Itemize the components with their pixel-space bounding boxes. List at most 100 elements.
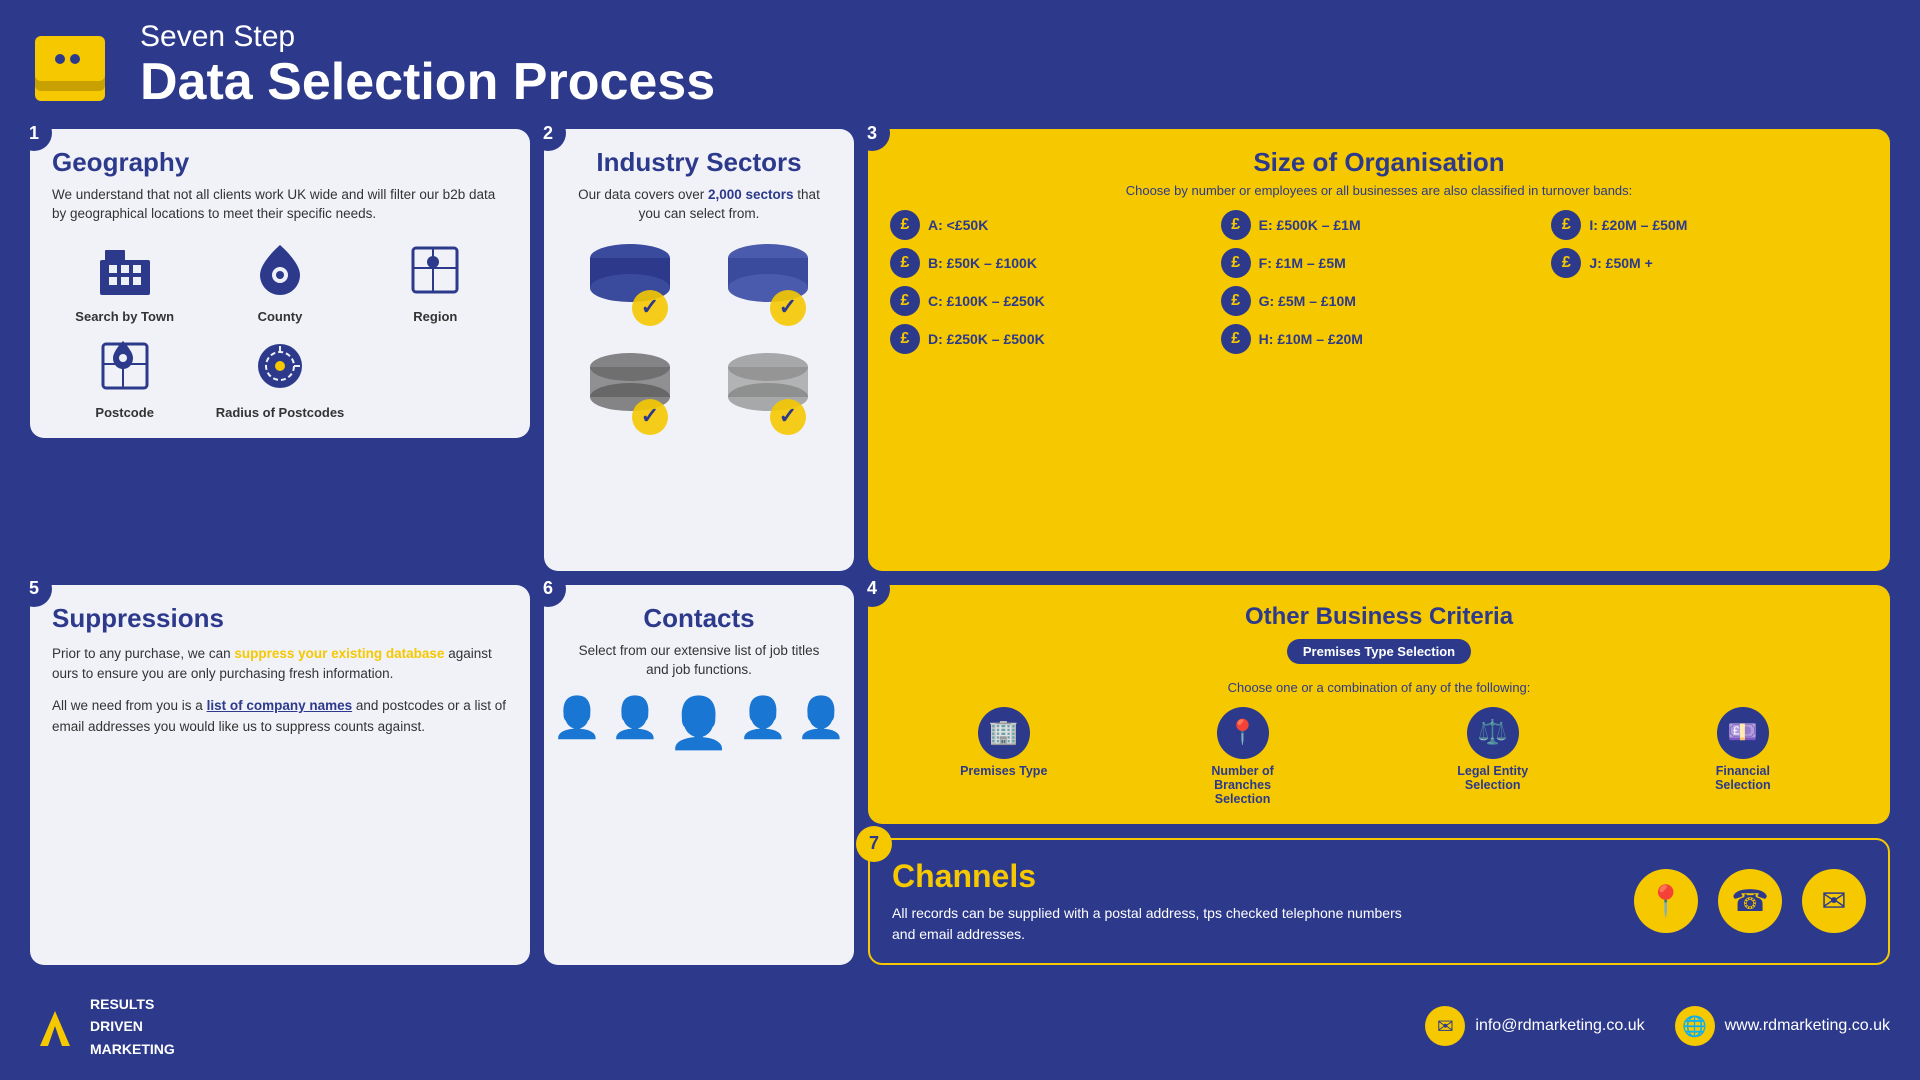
- pound-icon-a: £: [890, 210, 920, 240]
- step5-highlight1: suppress your existing database: [234, 646, 444, 661]
- footer: RESULTS DRIVEN MARKETING ✉ info@rdmarket…: [30, 993, 1890, 1060]
- step3-badge: 3: [854, 115, 890, 151]
- footer-email-item: ✉ info@rdmarketing.co.uk: [1425, 1006, 1644, 1046]
- town-icon: [90, 238, 160, 303]
- step7-card: 7 Channels All records can be supplied w…: [868, 838, 1890, 965]
- size-a-label: A: <£50K: [928, 217, 988, 233]
- footer-logo-text: RESULTS DRIVEN MARKETING: [90, 993, 175, 1060]
- postcode-icon: [90, 334, 160, 399]
- db-icon-2: ✓: [704, 238, 832, 337]
- step2-badge: 2: [530, 115, 566, 151]
- right-bottom-col: 4 Other Business Criteria Premises Type …: [868, 585, 1890, 965]
- step3-subtitle: Choose by number or employees or all bus…: [890, 183, 1868, 198]
- person-icon-3: 👤: [738, 694, 788, 753]
- step5-para1: Prior to any purchase, we can suppress y…: [52, 644, 508, 685]
- header-text: Seven Step Data Selection Process: [140, 20, 715, 111]
- logo-line3: MARKETING: [90, 1038, 175, 1060]
- step6-card: 6 Contacts Select from our extensive lis…: [544, 585, 854, 965]
- geo-radius: Radius of Postcodes: [207, 334, 352, 420]
- size-e-label: E: £500K – £1M: [1259, 217, 1361, 233]
- postcode-label: Postcode: [95, 405, 154, 420]
- geo-postcode: Postcode: [52, 334, 197, 420]
- pound-icon-f: £: [1221, 248, 1251, 278]
- town-label: Search by Town: [75, 309, 174, 324]
- step6-title: Contacts: [566, 603, 832, 634]
- step5-card: 5 Suppressions Prior to any purchase, we…: [30, 585, 530, 965]
- step1-description: We understand that not all clients work …: [52, 186, 508, 224]
- financial-icon: 💷: [1717, 707, 1769, 759]
- size-grid: £ A: <£50K £ E: £500K – £1M £ I: £20M – …: [890, 210, 1868, 354]
- radius-icon: [245, 334, 315, 399]
- premises-badge: Premises Type Selection: [1287, 639, 1471, 664]
- geo-search-by-town: Search by Town: [52, 238, 197, 324]
- pound-icon-i: £: [1551, 210, 1581, 240]
- size-h-label: H: £10M – £20M: [1259, 331, 1363, 347]
- criteria-premises: 🏢 Premises Type: [960, 707, 1047, 778]
- size-i-label: I: £20M – £50M: [1589, 217, 1687, 233]
- size-d-label: D: £250K – £500K: [928, 331, 1045, 347]
- step6-description: Select from our extensive list of job ti…: [566, 642, 832, 680]
- footer-email: info@rdmarketing.co.uk: [1475, 1017, 1644, 1035]
- rdm-logo-icon: [30, 1006, 80, 1046]
- pound-icon-g: £: [1221, 286, 1251, 316]
- step5-para2-pre: All we need from you is a: [52, 698, 207, 713]
- footer-logo: RESULTS DRIVEN MARKETING: [30, 993, 175, 1060]
- footer-contact: ✉ info@rdmarketing.co.uk 🌐 www.rdmarketi…: [1425, 1006, 1890, 1046]
- region-label: Region: [413, 309, 457, 324]
- size-c-label: C: £100K – £250K: [928, 293, 1045, 309]
- criteria-branches: 📍 Number of Branches Selection: [1188, 707, 1298, 806]
- geo-region: Region: [363, 238, 508, 324]
- step4-card: 4 Other Business Criteria Premises Type …: [868, 585, 1890, 824]
- page-container: Seven Step Data Selection Process 1 Geog…: [0, 0, 1920, 1080]
- step2-title: Industry Sectors: [566, 147, 832, 178]
- criteria-financial-label: Financial Selection: [1688, 764, 1798, 792]
- size-g-label: G: £5M – £10M: [1259, 293, 1356, 309]
- channel-icons: 📍 ☎ ✉: [1634, 869, 1866, 933]
- footer-globe-icon: 🌐: [1675, 1006, 1715, 1046]
- size-h: £ H: £10M – £20M: [1221, 324, 1538, 354]
- size-a: £ A: <£50K: [890, 210, 1207, 240]
- legal-icon: ⚖️: [1467, 707, 1519, 759]
- svg-text:✓: ✓: [641, 403, 659, 428]
- db-icons: ✓ ✓: [566, 238, 832, 446]
- criteria-financial: 💷 Financial Selection: [1688, 707, 1798, 792]
- size-b-label: B: £50K – £100K: [928, 255, 1037, 271]
- radius-label: Radius of Postcodes: [216, 405, 345, 420]
- svg-text:✓: ✓: [641, 294, 659, 319]
- criteria-legal-label: Legal Entity Selection: [1438, 764, 1548, 792]
- step3-col: 3 Size of Organisation Choose by number …: [868, 129, 1890, 571]
- db-icon-3: ✓: [566, 347, 694, 446]
- pound-icon-c: £: [890, 286, 920, 316]
- footer-website-item: 🌐 www.rdmarketing.co.uk: [1675, 1006, 1890, 1046]
- geo-county: County: [207, 238, 352, 324]
- channels-inner: Channels All records can be supplied wit…: [892, 858, 1866, 945]
- contact-icons: 👤 👤 👤 👤 👤: [566, 694, 832, 753]
- phone-icon: ☎: [1718, 869, 1782, 933]
- county-label: County: [258, 309, 303, 324]
- logo-line1: RESULTS: [90, 993, 175, 1015]
- step4-badge: 4: [854, 571, 890, 607]
- logo-icon: [30, 26, 120, 106]
- db-icon-1: ✓: [566, 238, 694, 337]
- footer-email-icon: ✉: [1425, 1006, 1465, 1046]
- step2-col: 2 Industry Sectors Our data covers over …: [544, 129, 854, 571]
- size-b: £ B: £50K – £100K: [890, 248, 1207, 278]
- location-icon: 📍: [1634, 869, 1698, 933]
- size-e: £ E: £500K – £1M: [1221, 210, 1538, 240]
- step1-col: 1 Geography We understand that not all c…: [30, 129, 530, 571]
- step4-title: Other Business Criteria: [890, 603, 1868, 631]
- pound-icon-d: £: [890, 324, 920, 354]
- step5-para2: All we need from you is a list of compan…: [52, 696, 508, 737]
- size-empty-1: [1551, 286, 1868, 316]
- size-j: £ J: £50M +: [1551, 248, 1868, 278]
- bottom-section: 5 Suppressions Prior to any purchase, we…: [30, 585, 1890, 965]
- header: Seven Step Data Selection Process: [30, 20, 1890, 111]
- step2-card: 2 Industry Sectors Our data covers over …: [544, 129, 854, 571]
- step5-col: 5 Suppressions Prior to any purchase, we…: [30, 585, 530, 965]
- person-icon-2: 👤: [610, 694, 660, 753]
- premises-icon: 🏢: [978, 707, 1030, 759]
- step7-title: Channels: [892, 858, 1412, 895]
- step7-description: All records can be supplied with a posta…: [892, 903, 1412, 945]
- geo-icons: Search by Town County: [52, 238, 508, 420]
- channels-text: Channels All records can be supplied wit…: [892, 858, 1412, 945]
